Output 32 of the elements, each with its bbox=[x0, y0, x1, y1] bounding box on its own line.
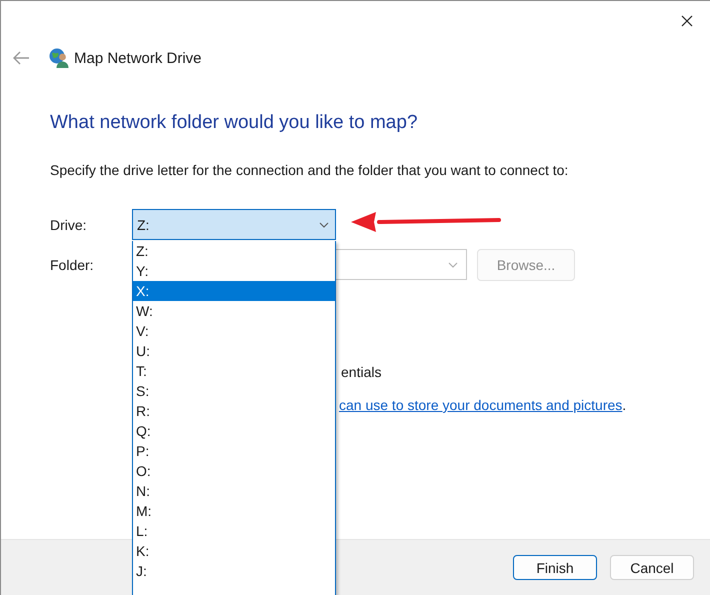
drive-dropdown[interactable]: Z: bbox=[132, 209, 336, 240]
close-icon bbox=[681, 14, 693, 26]
drive-label: Drive: bbox=[50, 216, 88, 232]
drive-option[interactable]: J: bbox=[133, 561, 335, 581]
chevron-down-icon bbox=[319, 222, 329, 228]
drive-option[interactable]: O: bbox=[133, 461, 335, 481]
drive-option[interactable]: L: bbox=[133, 521, 335, 541]
drive-option[interactable]: X: bbox=[133, 281, 335, 301]
drive-option[interactable]: V: bbox=[133, 321, 335, 341]
chevron-down-icon bbox=[448, 262, 458, 268]
page-heading: What network folder would you like to map? bbox=[50, 111, 419, 135]
drive-option[interactable]: N: bbox=[133, 481, 335, 501]
cancel-button[interactable]: Cancel bbox=[610, 555, 694, 580]
drive-option[interactable]: Q: bbox=[133, 421, 335, 441]
instruction-text: Specify the drive letter for the connection and the folder that you want to connect to: bbox=[50, 161, 570, 180]
link-sentence: can use to store your documents and pictures. bbox=[339, 396, 628, 415]
drive-option[interactable]: W: bbox=[133, 301, 335, 321]
finish-button[interactable]: Finish bbox=[513, 555, 597, 580]
drive-option[interactable]: S: bbox=[133, 381, 335, 401]
library-link[interactable]: can use to store your documents and pictures bbox=[339, 397, 622, 413]
credentials-text: entials bbox=[341, 363, 382, 382]
window-title: Map Network Drive bbox=[74, 50, 202, 66]
drive-option[interactable]: U: bbox=[133, 341, 335, 361]
drive-option[interactable]: Y: bbox=[133, 261, 335, 281]
drive-option[interactable]: M: bbox=[133, 501, 335, 521]
drive-option[interactable]: Z: bbox=[133, 241, 335, 261]
drive-option[interactable]: R: bbox=[133, 401, 335, 421]
drive-option[interactable]: P: bbox=[133, 441, 335, 461]
folder-label: Folder: bbox=[50, 256, 95, 272]
drive-option[interactable]: K: bbox=[133, 541, 335, 561]
globe-person-icon bbox=[48, 47, 70, 69]
drive-option[interactable]: T: bbox=[133, 361, 335, 381]
